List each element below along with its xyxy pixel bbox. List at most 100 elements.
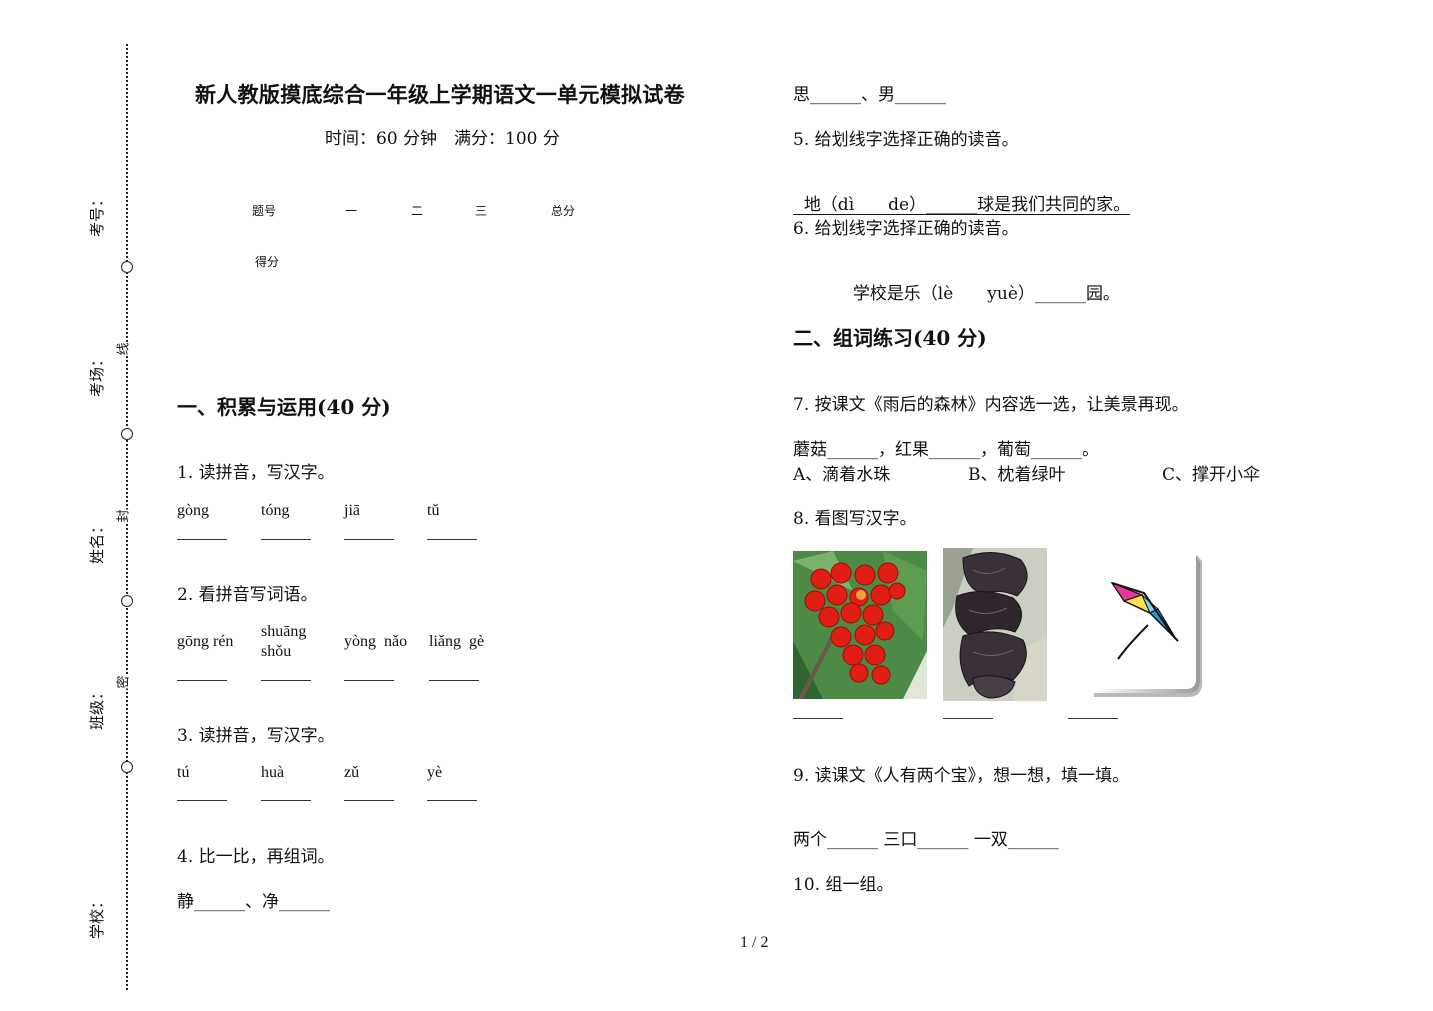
exam-number-label: 考号： bbox=[88, 191, 107, 238]
score-header-number: 题号 bbox=[252, 204, 277, 218]
page-title: 新人教版摸底综合一年级上学期语文一单元模拟试卷 bbox=[195, 82, 685, 107]
q7-word: 蘑菇 bbox=[793, 440, 827, 460]
score-header-3: 三 bbox=[475, 204, 488, 218]
exam-meta: 时间：60 分钟 满分：100 分 bbox=[325, 129, 560, 149]
q3-pinyin: zǔ bbox=[344, 764, 360, 781]
q5-sentence-end: 球是我们共同的家。 bbox=[977, 195, 1131, 215]
q4-blank[interactable]: ______ bbox=[279, 892, 330, 912]
q7-fill-line: 蘑菇______，红果______，葡萄______。 bbox=[793, 435, 1099, 460]
q4-char: 静 bbox=[177, 892, 194, 912]
seal-mark-feng: 封 bbox=[116, 509, 132, 523]
question-2-prompt: 2. 看拼音写词语。 bbox=[177, 585, 318, 605]
class-label: 班级： bbox=[88, 684, 107, 731]
page-number: 1 / 2 bbox=[740, 934, 769, 951]
question-8-prompt: 8. 看图写汉字。 bbox=[793, 509, 917, 529]
q9-blank[interactable]: ______ bbox=[1008, 830, 1059, 850]
q7-option-a: A、滴着水珠 bbox=[793, 465, 891, 485]
q3-pinyin: tú bbox=[177, 764, 190, 781]
q4-blank[interactable]: ______ bbox=[895, 85, 946, 105]
q7-end: 。 bbox=[1082, 440, 1099, 460]
seal-mark-xian: 线 bbox=[116, 342, 132, 356]
q7-word: ，红果 bbox=[878, 440, 929, 460]
score-header-total: 总分 bbox=[551, 204, 576, 218]
q2-pinyin-line1: shuāng bbox=[261, 623, 307, 640]
q9-word: 一双 bbox=[973, 830, 1008, 850]
q2-answer-blank[interactable] bbox=[344, 680, 394, 681]
q8-answer-blank[interactable] bbox=[1068, 718, 1118, 719]
question-5-prompt: 5. 给划线字选择正确的读音。 bbox=[793, 130, 1019, 150]
q4-blank[interactable]: ______ bbox=[194, 892, 245, 912]
q4-char: 、净 bbox=[245, 892, 279, 912]
kite-image bbox=[1064, 553, 1204, 699]
q7-blank[interactable]: ______ bbox=[1031, 440, 1082, 460]
q4-blank[interactable]: ______ bbox=[810, 85, 861, 105]
question-6-prompt: 6. 给划线字选择正确的读音。 bbox=[793, 219, 1019, 239]
q3-pinyin: huà bbox=[261, 764, 285, 781]
q1-pinyin: gòng bbox=[177, 502, 209, 519]
q1-answer-blank[interactable] bbox=[261, 539, 311, 540]
q8-answer-blank[interactable] bbox=[793, 718, 843, 719]
section-2-heading: 二、组词练习(40 分) bbox=[793, 326, 987, 350]
q3-answer-blank[interactable] bbox=[261, 800, 311, 801]
question-7-prompt: 7. 按课文《雨后的森林》内容选一选，让美景再现。 bbox=[793, 395, 1189, 415]
score-row-label: 得分 bbox=[255, 255, 280, 269]
red-berries-image bbox=[793, 551, 927, 699]
seal-ring bbox=[121, 595, 133, 607]
q6-sentence-start: 学校是乐（lè yuè） bbox=[852, 284, 1035, 304]
q5-blank[interactable]: ______ bbox=[926, 195, 977, 215]
seal-mark-mi: 密 bbox=[116, 675, 132, 689]
q9-word: 两个 bbox=[793, 830, 827, 850]
q7-blank[interactable]: ______ bbox=[929, 440, 980, 460]
q9-blank[interactable]: ______ bbox=[827, 830, 878, 850]
q9-word: 三口 bbox=[883, 830, 918, 850]
q2-pinyin: gōng rén bbox=[177, 633, 234, 650]
q5-sentence: 地（dì de）______球是我们共同的家。 bbox=[793, 170, 1130, 215]
question-3-prompt: 3. 读拼音，写汉字。 bbox=[177, 726, 335, 746]
q6-sentence: 学校是乐（lè yuè）______园。 bbox=[842, 259, 1120, 304]
kite-icon bbox=[1094, 555, 1202, 697]
school-label: 学校： bbox=[88, 893, 107, 940]
seal-ring bbox=[121, 761, 133, 773]
q9-fill-line: 两个______ 三口______ 一双______ bbox=[793, 825, 1059, 850]
q2-answer-blank[interactable] bbox=[429, 680, 479, 681]
q3-pinyin: yè bbox=[427, 764, 443, 781]
q4-line-1: 静______、净______ bbox=[177, 887, 330, 912]
q7-option-c: C、撑开小伞 bbox=[1162, 465, 1261, 485]
exam-room-label: 考场： bbox=[88, 351, 107, 398]
q2-answer-blank[interactable] bbox=[261, 680, 311, 681]
q1-answer-blank[interactable] bbox=[177, 539, 227, 540]
question-4-prompt: 4. 比一比，再组词。 bbox=[177, 847, 335, 867]
q3-answer-blank[interactable] bbox=[344, 800, 394, 801]
q1-pinyin: tóng bbox=[261, 502, 290, 519]
section-1-heading: 一、积累与运用(40 分) bbox=[177, 395, 391, 419]
berries-icon bbox=[793, 551, 927, 699]
name-label: 姓名： bbox=[88, 518, 107, 565]
q4-char: 、男 bbox=[861, 85, 895, 105]
q6-sentence-end: 园。 bbox=[1085, 284, 1120, 304]
q7-blank[interactable]: ______ bbox=[827, 440, 878, 460]
q4-line-2: 思______、男______ bbox=[793, 80, 946, 105]
q8-answer-blank[interactable] bbox=[943, 718, 993, 719]
q3-answer-blank[interactable] bbox=[427, 800, 477, 801]
fungus-icon bbox=[943, 548, 1047, 701]
question-9-prompt: 9. 读课文《人有两个宝》，想一想，填一填。 bbox=[793, 766, 1130, 786]
score-header-2: 二 bbox=[411, 204, 424, 218]
q6-blank[interactable]: ______ bbox=[1035, 284, 1086, 304]
q3-answer-blank[interactable] bbox=[177, 800, 227, 801]
q7-option-b: B、枕着绿叶 bbox=[968, 465, 1066, 485]
q2-pinyin: liǎng gè bbox=[429, 633, 485, 650]
q1-answer-blank[interactable] bbox=[344, 539, 394, 540]
question-10-prompt: 10. 组一组。 bbox=[793, 875, 894, 895]
black-fungus-image bbox=[943, 548, 1047, 701]
q1-pinyin: tǔ bbox=[427, 502, 440, 519]
score-header-1: 一 bbox=[345, 204, 358, 218]
seal-ring bbox=[121, 428, 133, 440]
question-1-prompt: 1. 读拼音，写汉字。 bbox=[177, 463, 335, 483]
q1-answer-blank[interactable] bbox=[427, 539, 477, 540]
q5-sentence-start: 地（dì de） bbox=[803, 195, 927, 215]
q1-pinyin: jiā bbox=[344, 502, 360, 519]
q2-pinyin-line2: shǒu bbox=[261, 643, 292, 660]
q2-answer-blank[interactable] bbox=[177, 680, 227, 681]
q4-char: 思 bbox=[793, 85, 810, 105]
q9-blank[interactable]: ______ bbox=[917, 830, 968, 850]
